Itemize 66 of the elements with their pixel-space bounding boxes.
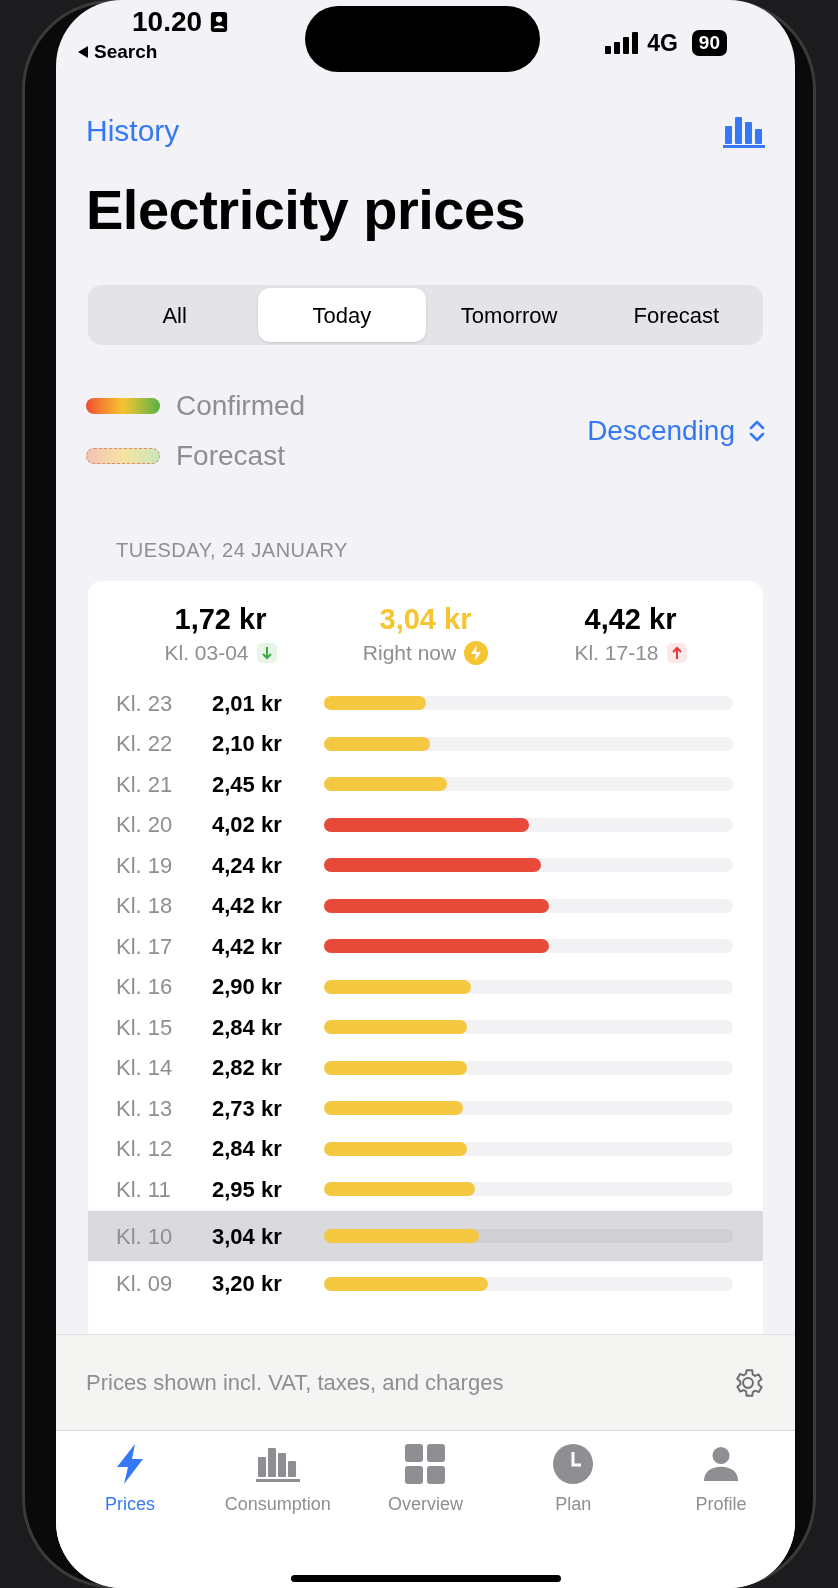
- hour-price: 2,73 kr: [212, 1094, 283, 1123]
- back-triangle-icon: [78, 46, 88, 59]
- legend-label: Forecast: [176, 439, 285, 473]
- vat-note: Prices shown incl. VAT, taxes, and charges: [86, 1369, 504, 1397]
- network-label: 4G: [647, 29, 678, 58]
- hour-label: Kl. 12: [116, 1135, 174, 1163]
- tab-bar-item[interactable]: Prices: [56, 1443, 204, 1530]
- hour-label: Kl. 09: [116, 1270, 174, 1298]
- hour-label: Kl. 23: [116, 689, 174, 718]
- grid-icon: [405, 1444, 446, 1484]
- legend-label: Confirmed: [176, 389, 306, 423]
- hour-label: Kl. 14: [116, 1054, 174, 1082]
- segment-tab[interactable]: All: [91, 288, 259, 342]
- section-header: TUESDAY, 24 JANUARY: [115, 538, 349, 563]
- hour-price: 2,10 kr: [212, 730, 283, 758]
- price-value: 1,72 kr: [174, 602, 267, 637]
- battery-indicator: 90: [691, 30, 727, 57]
- tab-bar-item[interactable]: Profile: [647, 1443, 795, 1530]
- sort-chevrons-icon: [749, 419, 765, 443]
- signal-icon: [605, 32, 640, 55]
- hour-label: Kl. 19: [116, 851, 174, 880]
- hour-price: 4,42 kr: [212, 892, 283, 920]
- price-caption: Right now: [362, 640, 457, 667]
- hour-label: Kl. 15: [116, 1013, 174, 1042]
- hour-price: 2,01 kr: [212, 689, 283, 718]
- hour-price: 2,82 kr: [212, 1054, 283, 1082]
- clock-time: 10.20: [132, 8, 203, 36]
- segment-tab[interactable]: Tomorrow: [425, 288, 593, 342]
- hour-price: 4,24 kr: [212, 851, 283, 880]
- hour-label: Kl. 21: [116, 770, 174, 799]
- segment-tab[interactable]: Forecast: [592, 288, 760, 342]
- hour-price: 3,04 kr: [212, 1222, 283, 1251]
- person-icon: [702, 1445, 741, 1483]
- clock-icon: [553, 1444, 594, 1484]
- segment-tab[interactable]: Today: [258, 288, 426, 342]
- lightning-icon: [114, 1444, 145, 1484]
- bar-chart-icon: [255, 1445, 300, 1483]
- hour-price: 2,90 kr: [212, 973, 283, 1001]
- hour-price: 4,02 kr: [212, 811, 283, 839]
- hour-label: Kl. 16: [116, 973, 174, 1001]
- hour-label: Kl. 11: [116, 1175, 172, 1204]
- back-link[interactable]: Search: [78, 38, 229, 67]
- hour-label: Kl. 10: [116, 1222, 174, 1251]
- price-value: 4,42 kr: [584, 602, 677, 637]
- hour-price: 3,20 kr: [212, 1270, 283, 1298]
- hour-price: 4,42 kr: [212, 932, 283, 961]
- tab-bar-item[interactable]: Consumption: [203, 1443, 352, 1530]
- tab-bar-item[interactable]: Plan: [499, 1443, 648, 1530]
- hour-label: Kl. 13: [116, 1094, 174, 1123]
- hour-label: Kl. 22: [116, 730, 174, 758]
- hour-price: 2,84 kr: [212, 1135, 283, 1163]
- sort-button[interactable]: Descending: [587, 410, 765, 452]
- history-link[interactable]: History: [86, 108, 180, 153]
- price-value: 3,04 kr: [379, 602, 472, 637]
- hour-label: Kl. 17: [116, 932, 174, 961]
- page-title: Electricity prices: [85, 177, 527, 243]
- hour-label: Kl. 18: [116, 892, 174, 920]
- hour-price: 2,84 kr: [212, 1013, 283, 1042]
- id-card-icon: [210, 11, 229, 33]
- hour-price: 2,95 kr: [212, 1175, 283, 1204]
- hour-price: 2,45 kr: [212, 770, 283, 799]
- tab-bar-item[interactable]: Overview: [351, 1443, 500, 1530]
- hour-label: Kl. 20: [116, 811, 174, 839]
- price-caption: Kl. 17-18: [574, 640, 659, 667]
- lightning-icon: [464, 641, 489, 665]
- price-caption: Kl. 03-04: [164, 640, 249, 667]
